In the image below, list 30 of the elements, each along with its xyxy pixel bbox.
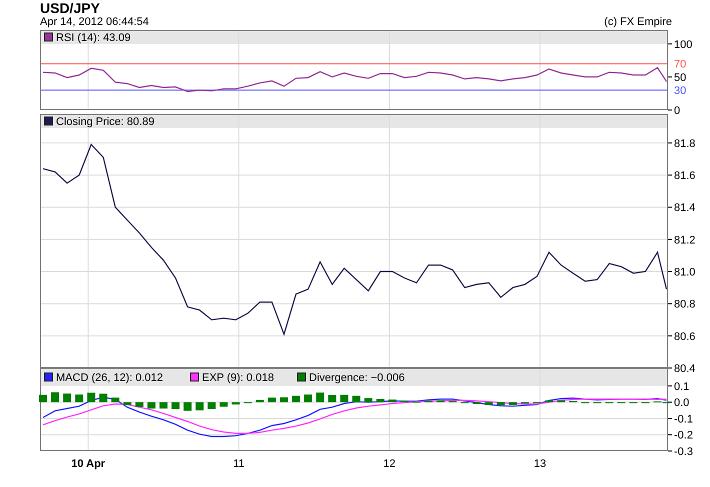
axis-label: -0.2 xyxy=(674,430,693,442)
axis-label: 10 Apr xyxy=(71,458,106,470)
axis-label: 30 xyxy=(674,85,686,98)
axis-label: 100 xyxy=(674,38,692,51)
axis-label: 13 xyxy=(534,458,546,470)
legend-label: EXP (9): 0.018 xyxy=(202,372,274,384)
legend-label: Divergence: −0.006 xyxy=(309,372,405,384)
chart-title: USD/JPY xyxy=(40,0,100,16)
axis-label: -0.1 xyxy=(674,413,693,426)
timestamp: Apr 14, 2012 06:44:54 xyxy=(40,16,149,29)
axis-label: 80.8 xyxy=(674,298,696,311)
legend-label: RSI (14): 43.09 xyxy=(56,32,131,44)
axis-label: 12 xyxy=(383,458,396,470)
axis-label: 81.6 xyxy=(674,170,696,182)
axis-label: 81.8 xyxy=(674,138,696,150)
axis-label: 80.4 xyxy=(674,363,696,375)
copyright-text: (c) FX Empire xyxy=(604,16,672,29)
axis-label: 0 xyxy=(674,105,680,117)
axis-label: -0.3 xyxy=(674,446,693,458)
axis-label: 0.1 xyxy=(674,380,690,393)
axis-label: 80.6 xyxy=(674,330,696,343)
axis-label: 11 xyxy=(233,458,244,470)
axis-label: 81.0 xyxy=(674,266,696,279)
axis-label: 0.0 xyxy=(674,397,690,410)
axis-label: 70 xyxy=(674,58,686,71)
legend-label: Closing Price: 80.89 xyxy=(56,116,154,128)
legend-label: MACD (26, 12): 0.012 xyxy=(56,372,163,384)
axis-label: 50 xyxy=(674,72,686,84)
axis-label: 81.4 xyxy=(674,202,696,214)
axis-label: 81.2 xyxy=(674,234,696,246)
